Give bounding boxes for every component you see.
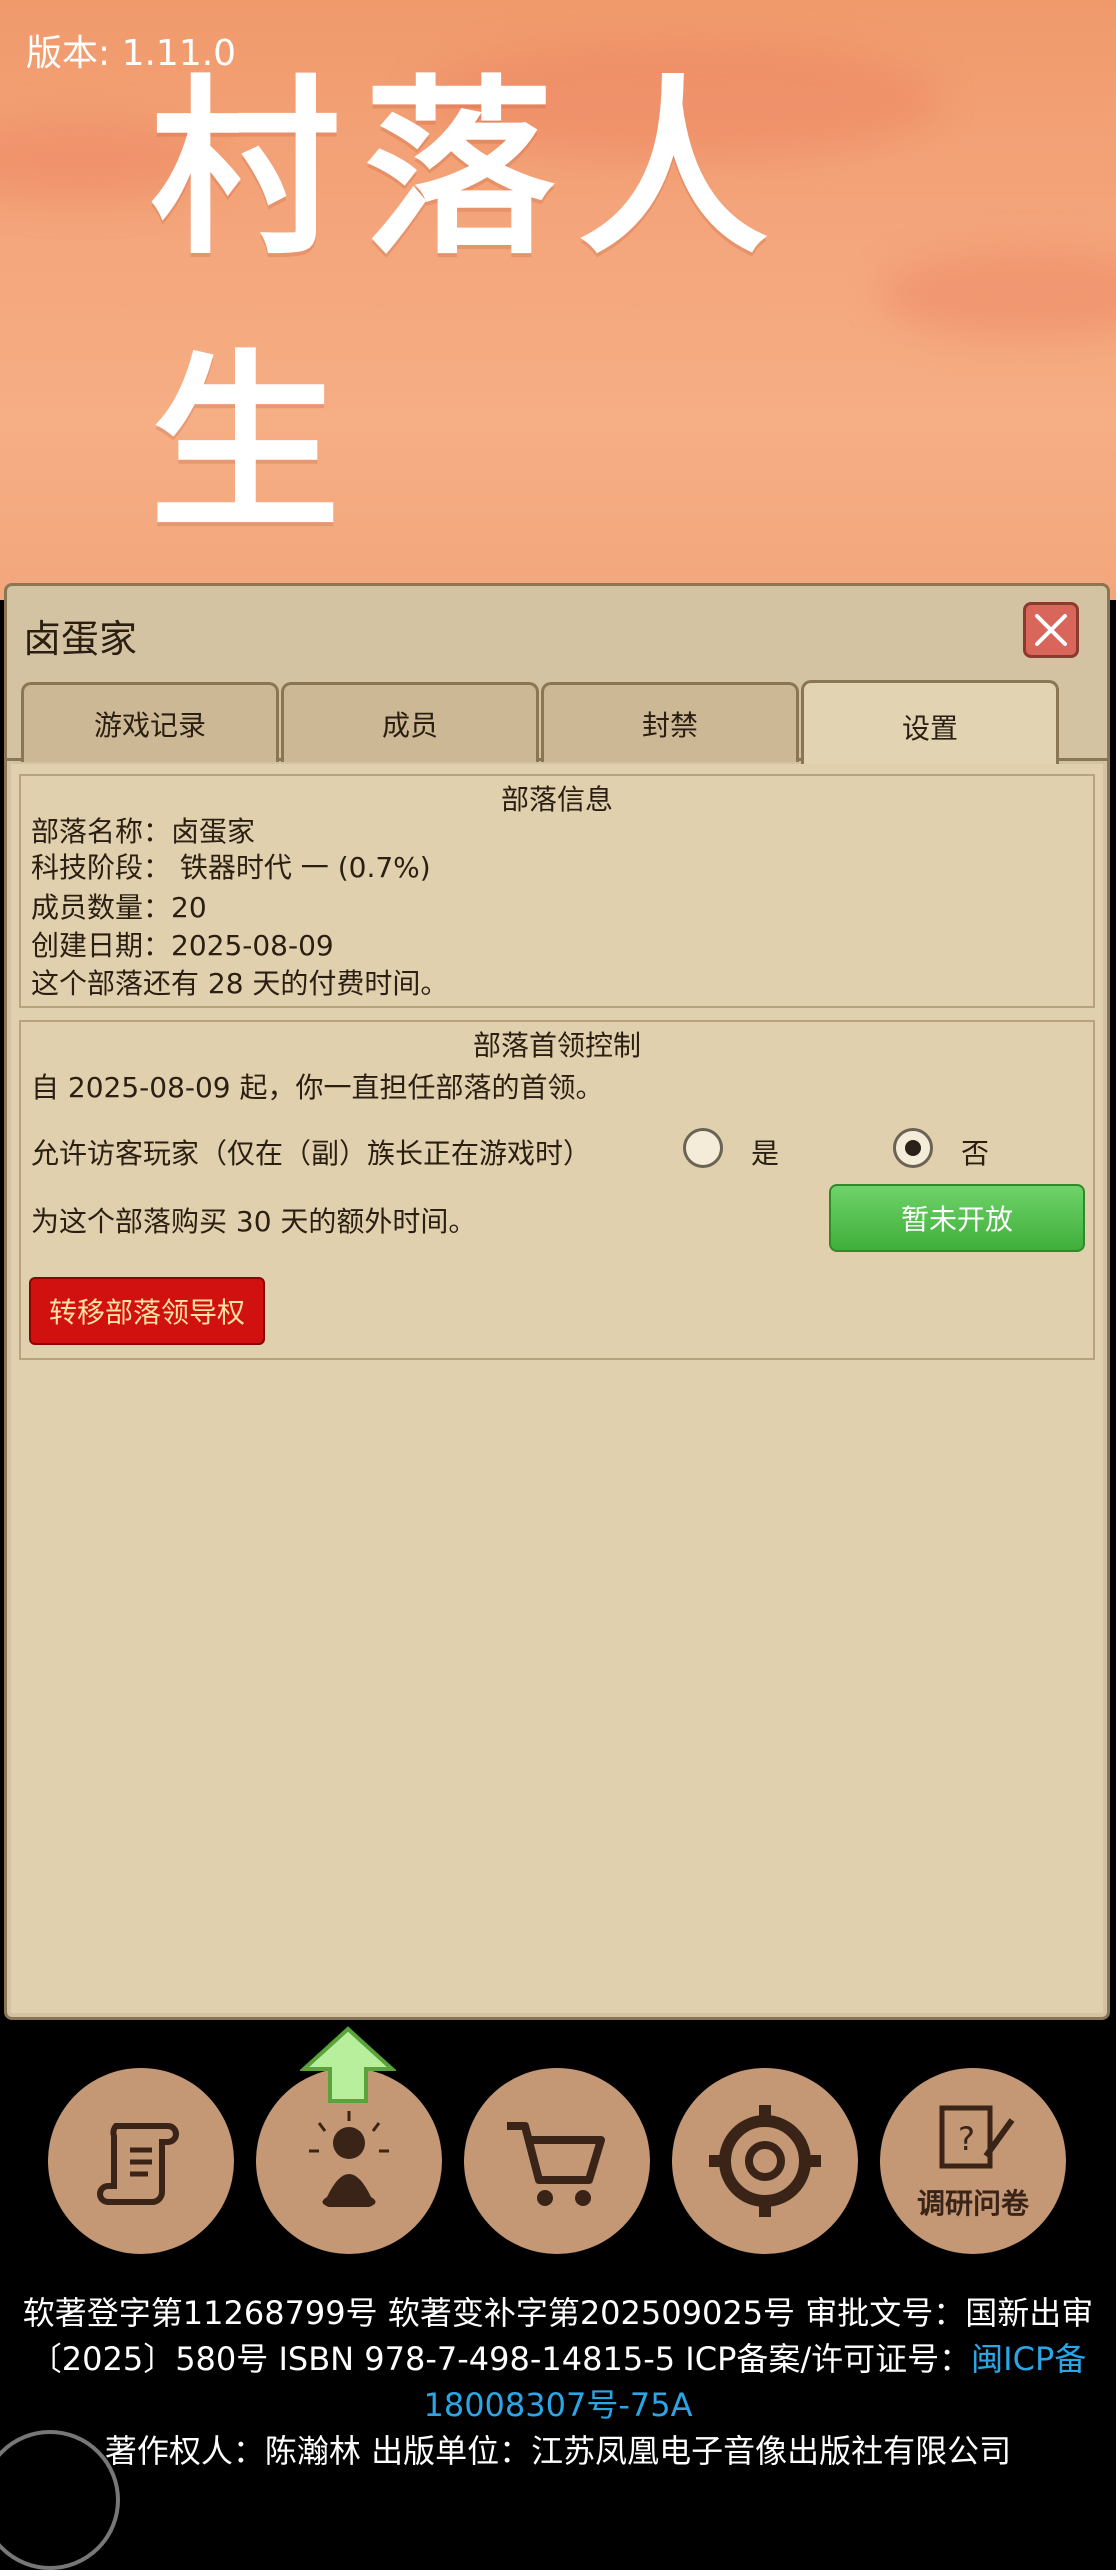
nav-shop-button[interactable] (464, 2068, 650, 2254)
settings-content: 部落信息 部落名称：卤蛋家 科技阶段： 铁器时代 一 (0.7%) 成员数量：2… (11, 764, 1103, 2013)
svg-text:?: ? (958, 2120, 975, 2158)
radio-yes-label: 是 (751, 1137, 780, 1170)
button-label: 暂未开放 (900, 1203, 1013, 1236)
nav-scroll-button[interactable] (48, 2068, 234, 2254)
close-button[interactable] (1023, 602, 1079, 658)
transfer-leadership-button[interactable]: 转移部落领导权 (29, 1277, 265, 1345)
paid-time: 这个部落还有 28 天的付费时间。 (31, 967, 449, 1000)
radio-yes[interactable] (683, 1128, 723, 1168)
scroll-icon (97, 2123, 179, 2205)
tab-label: 封禁 (641, 708, 698, 742)
gear-icon (709, 2105, 821, 2217)
footer-line: 〔2025〕580号 ISBN 978-7-498-14815-5 ICP备案/… (0, 2336, 1116, 2382)
radio-selected-dot (905, 1140, 921, 1156)
buy-time-label: 为这个部落购买 30 天的额外时间。 (31, 1205, 477, 1238)
shopping-cart-icon (507, 2122, 605, 2206)
member-count: 成员数量：20 (31, 891, 207, 924)
panel-title: 部落首领控制 (472, 1029, 641, 1062)
tribe-dialog: 卤蛋家 游戏记录 成员 封禁 设置 部落信息 部落名称：卤蛋家 科技阶段： 铁器… (4, 583, 1110, 2020)
meditating-figure-icon (309, 2111, 389, 2207)
game-logo-text: 村落人生 (150, 59, 793, 555)
visitor-setting-label: 允许访客玩家（仅在（副）族长正在游戏时） (31, 1137, 592, 1170)
tab-game-log[interactable]: 游戏记录 (21, 682, 279, 762)
close-icon (1035, 614, 1067, 646)
nav-survey-button[interactable]: ? 调研问卷 (880, 2068, 1066, 2254)
survey-label: 调研问卷 (916, 2187, 1029, 2220)
tab-label: 设置 (901, 711, 958, 745)
footer-line: 著作权人：陈瀚林 出版单位：江苏凤凰电子音像出版社有限公司 (104, 2432, 1012, 2470)
tab-members[interactable]: 成员 (281, 682, 539, 762)
up-arrow-icon (300, 2026, 396, 2103)
footer-text: 〔2025〕580号 ISBN 978-7-498-14815-5 ICP备案/… (29, 2340, 972, 2378)
button-label: 转移部落领导权 (48, 1296, 245, 1329)
tab-settings[interactable]: 设置 (801, 680, 1059, 770)
radio-no[interactable] (893, 1128, 933, 1168)
radio-no-label: 否 (961, 1137, 990, 1170)
icp-link[interactable]: 闽ICP备 (971, 2340, 1086, 2378)
buy-time-button[interactable]: 暂未开放 (829, 1184, 1085, 1252)
tab-label: 游戏记录 (93, 708, 206, 742)
game-logo: 村落人生 (150, 59, 970, 555)
tech-stage: 科技阶段： 铁器时代 一 (0.7%) (31, 851, 431, 884)
created-date: 创建日期：2025-08-09 (31, 929, 334, 962)
tribe-info-panel: 部落信息 部落名称：卤蛋家 科技阶段： 铁器时代 一 (0.7%) 成员数量：2… (19, 774, 1095, 1008)
nav-settings-button[interactable] (672, 2068, 858, 2254)
icp-link-number[interactable]: 18008307号-75A (0, 2382, 1116, 2428)
survey-icon: ? (939, 2105, 1015, 2169)
dialog-title: 卤蛋家 (23, 617, 138, 661)
leader-control-panel: 部落首领控制 自 2025-08-09 起，你一直担任部落的首领。 允许访客玩家… (19, 1020, 1095, 1360)
tab-bans[interactable]: 封禁 (541, 682, 799, 762)
tribe-name: 部落名称：卤蛋家 (31, 815, 256, 848)
footer-legal: 软著登字第11268799号 软著变补字第202509025号 审批文号：国新出… (0, 2290, 1116, 2474)
tab-label: 成员 (381, 708, 438, 742)
footer-line: 软著登字第11268799号 软著变补字第202509025号 审批文号：国新出… (22, 2294, 1094, 2332)
leader-since: 自 2025-08-09 起，你一直担任部落的首领。 (31, 1071, 604, 1104)
